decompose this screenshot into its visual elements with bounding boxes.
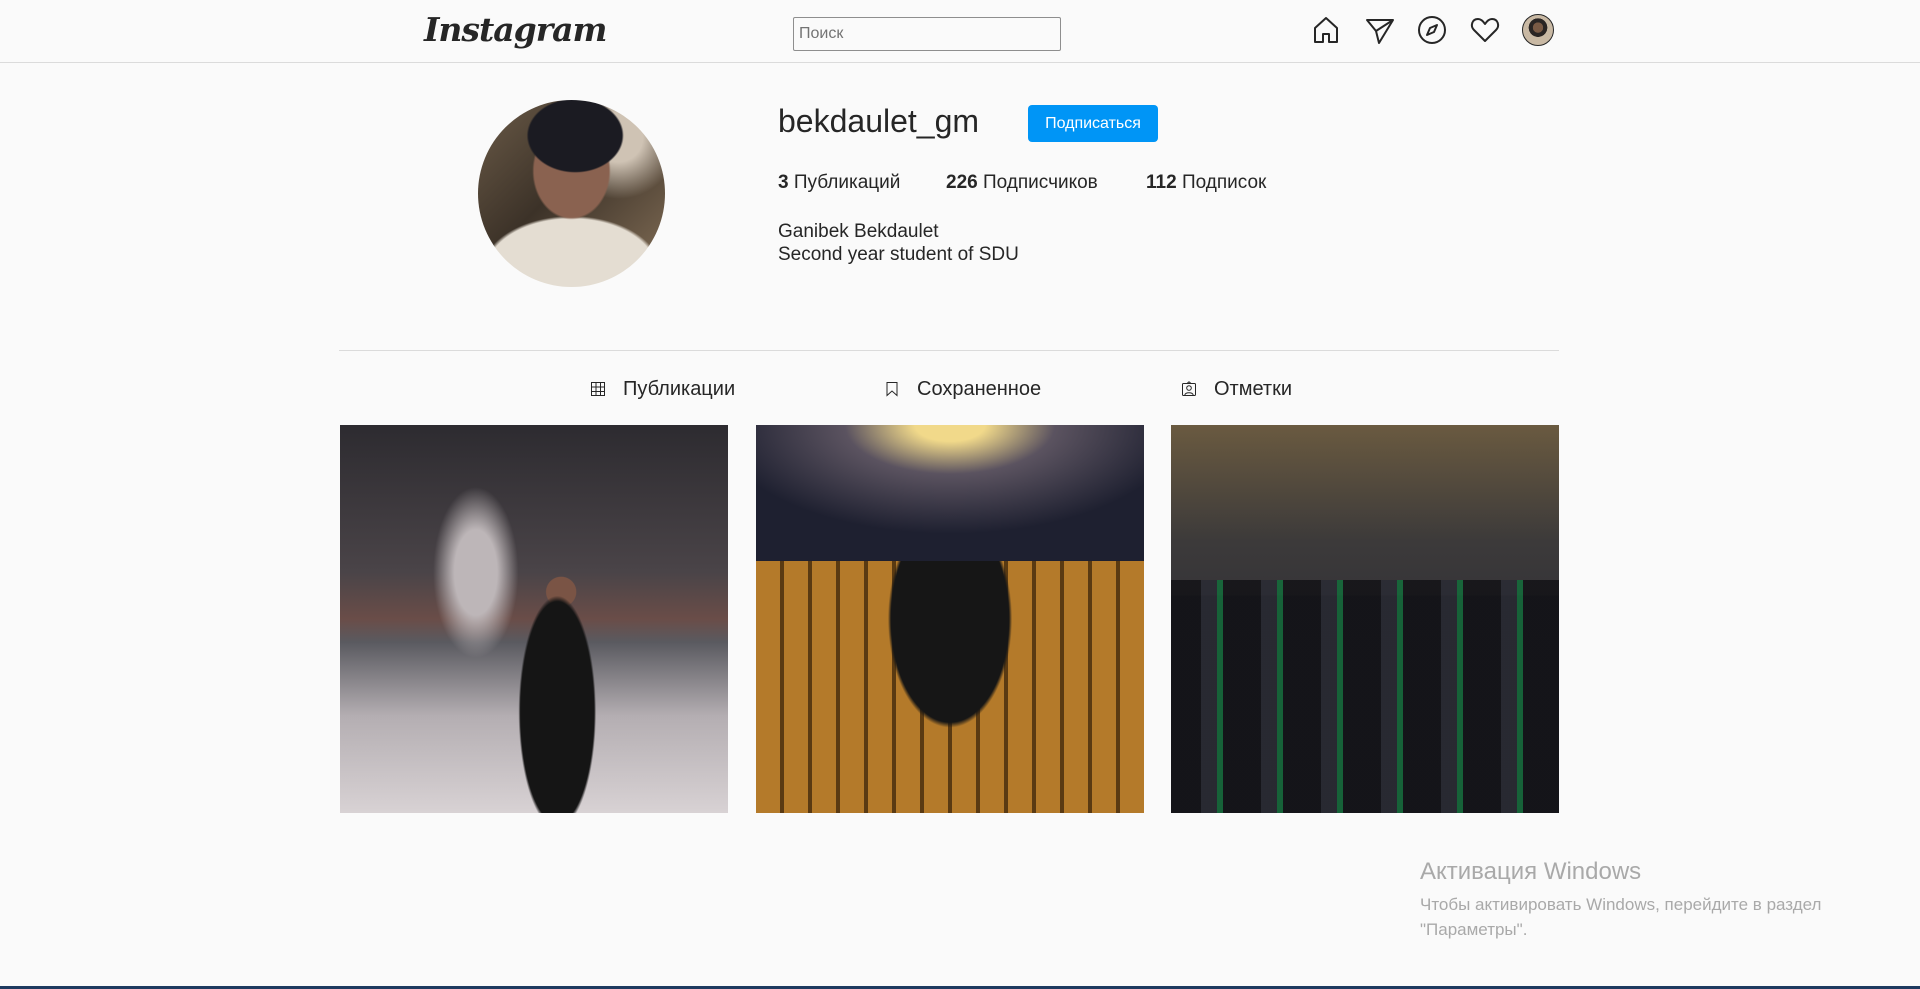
tab-saved[interactable]: Сохраненное	[884, 374, 1041, 404]
profile-username: bekdaulet_gm	[778, 103, 980, 139]
tab-posts[interactable]: Публикации	[590, 374, 735, 404]
home-icon[interactable]	[1310, 14, 1342, 46]
profile-full-name: Ganibek Bekdaulet	[778, 221, 939, 242]
instagram-logo[interactable]: Instagram	[424, 10, 607, 49]
top-navigation-bar: Instagram	[0, 0, 1920, 63]
stat-following[interactable]: 112 Подписок	[1146, 172, 1266, 194]
stat-following-count: 112	[1146, 172, 1177, 193]
profile-avatar-small[interactable]	[1522, 14, 1554, 46]
profile-bio: Second year student of SDU	[778, 244, 1019, 265]
stat-followers-label: Подписчиков	[982, 172, 1098, 193]
tab-posts-label: Публикации	[623, 377, 736, 400]
stat-posts-label: Публикаций	[793, 172, 901, 193]
heart-icon[interactable]	[1469, 14, 1501, 46]
stat-following-label: Подписок	[1181, 172, 1267, 193]
stat-followers[interactable]: 226 Подписчиков	[946, 172, 1098, 194]
windows-activation-title: Активация Windows	[1420, 858, 1642, 885]
tab-tagged[interactable]: Отметки	[1181, 374, 1292, 404]
follow-button[interactable]: Подписаться	[1028, 105, 1158, 142]
section-divider	[339, 350, 1559, 351]
windows-activation-message: Чтобы активировать Windows, перейдите в …	[1420, 895, 1822, 939]
profile-avatar[interactable]	[478, 100, 665, 287]
search-input[interactable]	[793, 17, 1061, 51]
post-thumbnail-3[interactable]	[1171, 425, 1559, 813]
bookmark-icon	[886, 382, 898, 397]
stat-posts-count: 3	[778, 172, 789, 193]
explore-icon[interactable]	[1416, 14, 1448, 46]
tab-tagged-label: Отметки	[1214, 377, 1293, 400]
tagged-icon	[1182, 381, 1196, 396]
stat-posts: 3 Публикаций	[778, 172, 900, 194]
grid-icon	[591, 382, 605, 396]
stat-followers-count: 226	[946, 172, 978, 193]
tab-saved-label: Сохраненное	[917, 377, 1042, 400]
post-thumbnail-1[interactable]	[340, 425, 728, 813]
post-thumbnail-2[interactable]	[756, 425, 1144, 813]
direct-icon[interactable]	[1364, 14, 1396, 46]
